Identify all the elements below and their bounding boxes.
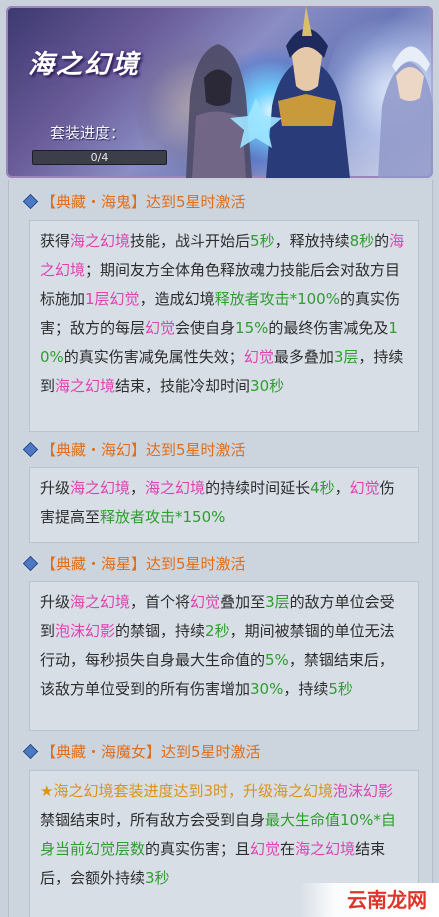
character-art	[186, 6, 433, 178]
description-text: ，首个将	[130, 593, 191, 611]
suit-banner: 海之幻境 套装进度： 0/4	[6, 6, 433, 178]
description-text: 的	[374, 232, 390, 250]
section-header: 【典藏・海魔女】达到5星时激活	[9, 734, 432, 770]
diamond-bullet-icon	[22, 743, 39, 760]
highlight-text: 海之幻境	[145, 479, 206, 497]
highlight-text: 泡沫幻影	[333, 782, 394, 800]
highlight-text: 5%	[265, 651, 289, 669]
description-text: ，释放持续	[274, 232, 350, 250]
highlight-text: 海之幻境	[70, 593, 131, 611]
progress-bar: 0/4	[32, 150, 167, 165]
highlight-text: 30%	[250, 680, 284, 698]
section-description: 升级海之幻境，海之幻境的持续时间延长4秒，幻觉伤害提高至释放者攻击*150%	[30, 468, 418, 536]
description-text: 的真实伤害；且	[145, 840, 251, 858]
description-text: 叠加至	[220, 593, 266, 611]
highlight-text: 海之幻境	[55, 377, 116, 395]
watermark-logo: 云南龙网	[347, 888, 427, 912]
highlight-text: 3层	[265, 593, 290, 611]
description-text: 升级	[40, 593, 71, 611]
section-header: 【典藏・海星】达到5星时激活	[9, 546, 432, 582]
description-text: 技能，战斗开始后	[130, 232, 251, 250]
description-text: 结束，技能冷却时间	[115, 377, 251, 395]
description-text: 在	[280, 840, 296, 858]
diamond-bullet-icon	[22, 441, 39, 458]
highlight-text: 释放者攻击*100%	[214, 290, 340, 308]
suit-detail-panel: 海之幻境 套装进度： 0/4 【典藏・海鬼】达到5星时激活 获得海之幻境技能，战…	[0, 0, 439, 917]
highlight-text: 幻觉	[243, 348, 274, 366]
highlight-text: ★海之幻境套装进度达到3时，升级海之幻境	[40, 782, 333, 800]
section-description-box: 升级海之幻境，首个将幻觉叠加至3层的敌方单位会受到泡沫幻影的禁锢，持续2秒，期间…	[29, 581, 419, 731]
highlight-text: 幻觉	[349, 479, 380, 497]
highlight-text: 1层幻觉	[85, 290, 140, 308]
section-title: 【典藏・海幻】达到5星时激活	[41, 441, 246, 459]
highlight-text: 幻觉	[190, 593, 221, 611]
description-text: 的最终伤害减免及	[268, 319, 389, 337]
section-description: 获得海之幻境技能，战斗开始后5秒，释放持续8秒的海之幻境；期间友方全体角色释放魂…	[30, 221, 418, 405]
description-text: 禁锢结束时，所有敌方会受到自身	[40, 811, 266, 829]
progress-text: 0/4	[90, 151, 109, 164]
highlight-text: 5秒	[250, 232, 275, 250]
description-text: 会使自身	[175, 319, 236, 337]
suit-title: 海之幻境	[28, 50, 141, 80]
section-title: 【典藏・海鬼】达到5星时激活	[41, 193, 246, 211]
highlight-text: 2秒	[205, 622, 230, 640]
highlight-text: 8秒	[349, 232, 375, 250]
site-watermark: 云南龙网	[299, 883, 439, 917]
highlight-text: 4秒	[310, 479, 335, 497]
highlight-text: 幻觉	[145, 319, 176, 337]
description-text: 获得	[40, 232, 71, 250]
description-text: 最多叠加	[273, 348, 334, 366]
section-title: 【典藏・海魔女】达到5星时激活	[41, 743, 261, 761]
highlight-text: 30秒	[250, 377, 285, 395]
highlight-text: 泡沫幻影	[55, 622, 116, 640]
highlight-text: 海之幻境	[70, 232, 131, 250]
section-description: 升级海之幻境，首个将幻觉叠加至3层的敌方单位会受到泡沫幻影的禁锢，持续2秒，期间…	[30, 582, 418, 708]
section-description: ★海之幻境套装进度达到3时，升级海之幻境泡沫幻影禁锢结束时，所有敌方会受到自身最…	[30, 771, 418, 897]
description-text: ，造成幻境	[139, 290, 215, 308]
description-text: 的持续时间延长	[205, 479, 311, 497]
highlight-text: 释放者攻击*150%	[100, 508, 226, 526]
highlight-text: 幻觉	[250, 840, 281, 858]
diamond-bullet-icon	[22, 193, 39, 210]
description-text: 的真实伤害减免属性失效；	[63, 348, 244, 366]
highlight-text: 海之幻境	[70, 479, 131, 497]
highlight-text: 5秒	[328, 680, 353, 698]
section-description-box: 升级海之幻境，海之幻境的持续时间延长4秒，幻觉伤害提高至释放者攻击*150%	[29, 467, 419, 543]
highlight-text: 海之幻境	[295, 840, 356, 858]
section-title: 【典藏・海星】达到5星时激活	[41, 555, 246, 573]
highlight-text: 15%	[235, 319, 269, 337]
description-text: 的禁锢，持续	[115, 622, 206, 640]
suit-effects-list: 【典藏・海鬼】达到5星时激活 获得海之幻境技能，战斗开始后5秒，释放持续8秒的海…	[8, 180, 433, 917]
description-text: ，持续	[283, 680, 329, 698]
diamond-bullet-icon	[22, 555, 39, 572]
section-description-box: 获得海之幻境技能，战斗开始后5秒，释放持续8秒的海之幻境；期间友方全体角色释放魂…	[29, 220, 419, 432]
section-header: 【典藏・海鬼】达到5星时激活	[9, 184, 432, 220]
description-text: ，	[130, 479, 146, 497]
highlight-text: 3秒	[145, 869, 170, 887]
highlight-text: 3层	[333, 348, 359, 366]
section-header: 【典藏・海幻】达到5星时激活	[9, 432, 432, 468]
progress-label: 套装进度：	[50, 124, 126, 142]
description-text: 升级	[40, 479, 71, 497]
description-text: ，	[334, 479, 350, 497]
